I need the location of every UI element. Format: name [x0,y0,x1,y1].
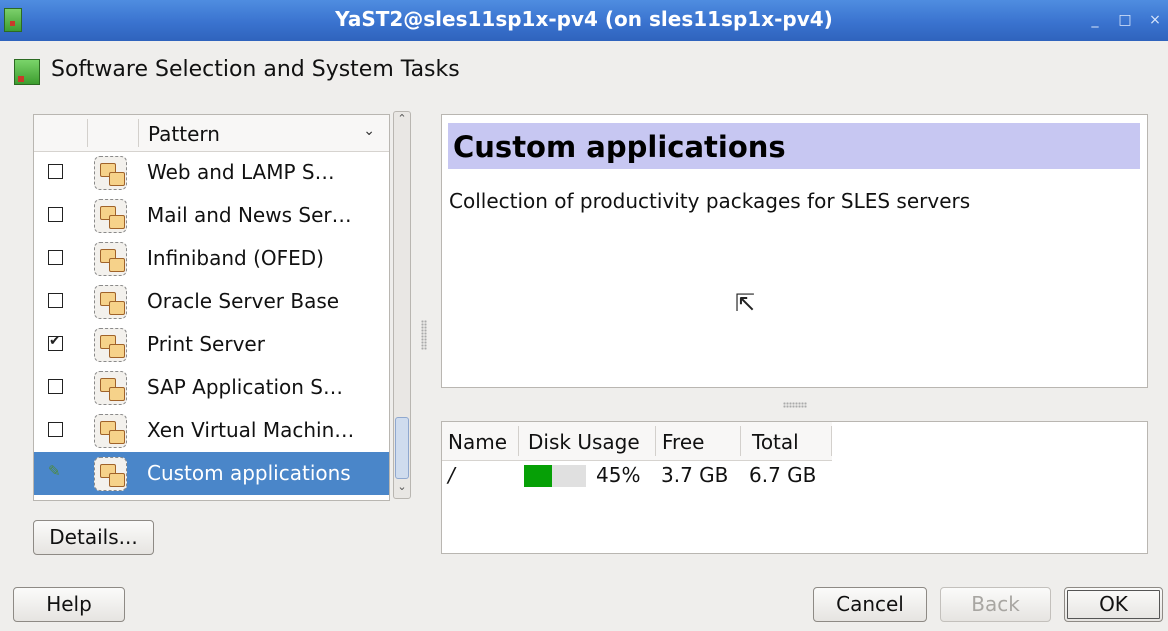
disk-usage-fill [524,465,552,487]
pattern-checkbox-checked[interactable] [48,333,63,351]
list-item[interactable]: Mail and News Ser… [34,194,389,237]
pattern-list[interactable]: Pattern ⌄ Web and LAMP S… Mail and News … [33,114,390,501]
pattern-label: Xen Virtual Machin… [147,418,355,442]
back-button[interactable]: Back [940,587,1051,622]
pattern-list-scrollbar[interactable]: ⌃ ⌄ [393,111,411,499]
pattern-label: Web and LAMP S… [147,160,335,184]
pattern-list-header: Pattern ⌄ [34,115,389,152]
window-title: YaST2@sles11sp1x-pv4 (on sles11sp1x-pv4) [335,7,833,31]
pattern-checkbox[interactable] [48,207,63,222]
header-separator [740,426,741,456]
header-separator [655,426,656,456]
list-item[interactable]: Oracle Server Base [34,280,389,323]
pattern-label: Print Server [147,332,265,356]
list-item[interactable]: Web and LAMP S… [34,151,389,194]
pattern-folder-icon [94,414,127,448]
list-item-selected[interactable]: Custom applications [34,452,389,495]
pattern-checkbox[interactable] [48,422,63,437]
pattern-folder-icon [94,199,127,233]
page-title: Software Selection and System Tasks [51,57,460,82]
pattern-folder-icon [94,371,127,405]
yast-module-icon [14,59,40,85]
table-row[interactable]: / 45% 3.7 GB 6.7 GB [442,460,1147,490]
pattern-checkbox[interactable] [48,250,63,265]
pattern-description-panel: Custom applications Collection of produc… [441,114,1148,388]
help-button[interactable]: Help [13,587,125,622]
pattern-checkbox[interactable] [48,379,63,394]
header-separator [518,426,519,456]
vertical-splitter-handle[interactable] [421,320,427,350]
mouse-pointer-icon: ⇱ [735,289,756,317]
total-space: 6.7 GB [749,463,817,487]
minimize-icon[interactable]: _ [1085,10,1105,30]
disk-usage-bar [524,465,586,487]
header-separator [87,119,88,147]
ok-button[interactable]: OK [1064,587,1163,622]
close-icon[interactable]: × [1145,10,1165,30]
disk-usage-table: Name Disk Usage Free Total / 45% 3.7 GB … [441,421,1148,554]
cancel-button[interactable]: Cancel [813,587,927,622]
column-header-total[interactable]: Total [752,430,799,454]
scroll-down-icon[interactable]: ⌄ [394,480,410,498]
pattern-label: SAP Application S… [147,375,343,399]
pattern-label: Infiniband (OFED) [147,246,324,270]
column-header-disk-usage[interactable]: Disk Usage [528,430,654,454]
list-item[interactable]: Xen Virtual Machin… [34,409,389,452]
pattern-label: Mail and News Ser… [147,203,352,227]
pattern-folder-icon [94,457,127,491]
free-space: 3.7 GB [661,463,729,487]
header-separator [138,119,139,147]
pattern-folder-icon [94,328,127,362]
pattern-folder-icon [94,285,127,319]
list-item[interactable]: Print Server [34,323,389,366]
sort-chevron-icon[interactable]: ⌄ [363,123,375,139]
pattern-column-header[interactable]: Pattern [148,122,220,146]
list-item[interactable]: Infiniband (OFED) [34,237,389,280]
pattern-label: Custom applications [147,461,351,485]
disk-usage-percent: 45% [596,463,641,487]
window-titlebar[interactable]: YaST2@sles11sp1x-pv4 (on sles11sp1x-pv4)… [0,0,1168,41]
header-separator [831,426,832,456]
maximize-icon[interactable]: □ [1115,10,1135,30]
disk-usage-header: Name Disk Usage Free Total [442,422,832,461]
column-header-free[interactable]: Free [662,430,704,454]
column-header-name[interactable]: Name [448,430,507,454]
details-button[interactable]: Details... [33,520,154,555]
scroll-up-icon[interactable]: ⌃ [394,112,410,130]
pattern-label: Oracle Server Base [147,289,340,313]
mount-point: / [448,463,455,487]
scrollbar-thumb[interactable] [395,417,409,479]
pattern-folder-icon [94,156,127,190]
list-item[interactable]: SAP Application S… [34,366,389,409]
pattern-checkbox[interactable] [48,164,63,179]
description-text: Collection of productivity packages for … [449,189,971,213]
description-title: Custom applications [453,130,786,164]
horizontal-splitter-handle[interactable] [783,402,807,408]
auto-install-icon[interactable] [48,462,63,480]
pattern-checkbox[interactable] [48,293,63,308]
pattern-folder-icon [94,242,127,276]
description-title-bar: Custom applications [448,123,1140,169]
